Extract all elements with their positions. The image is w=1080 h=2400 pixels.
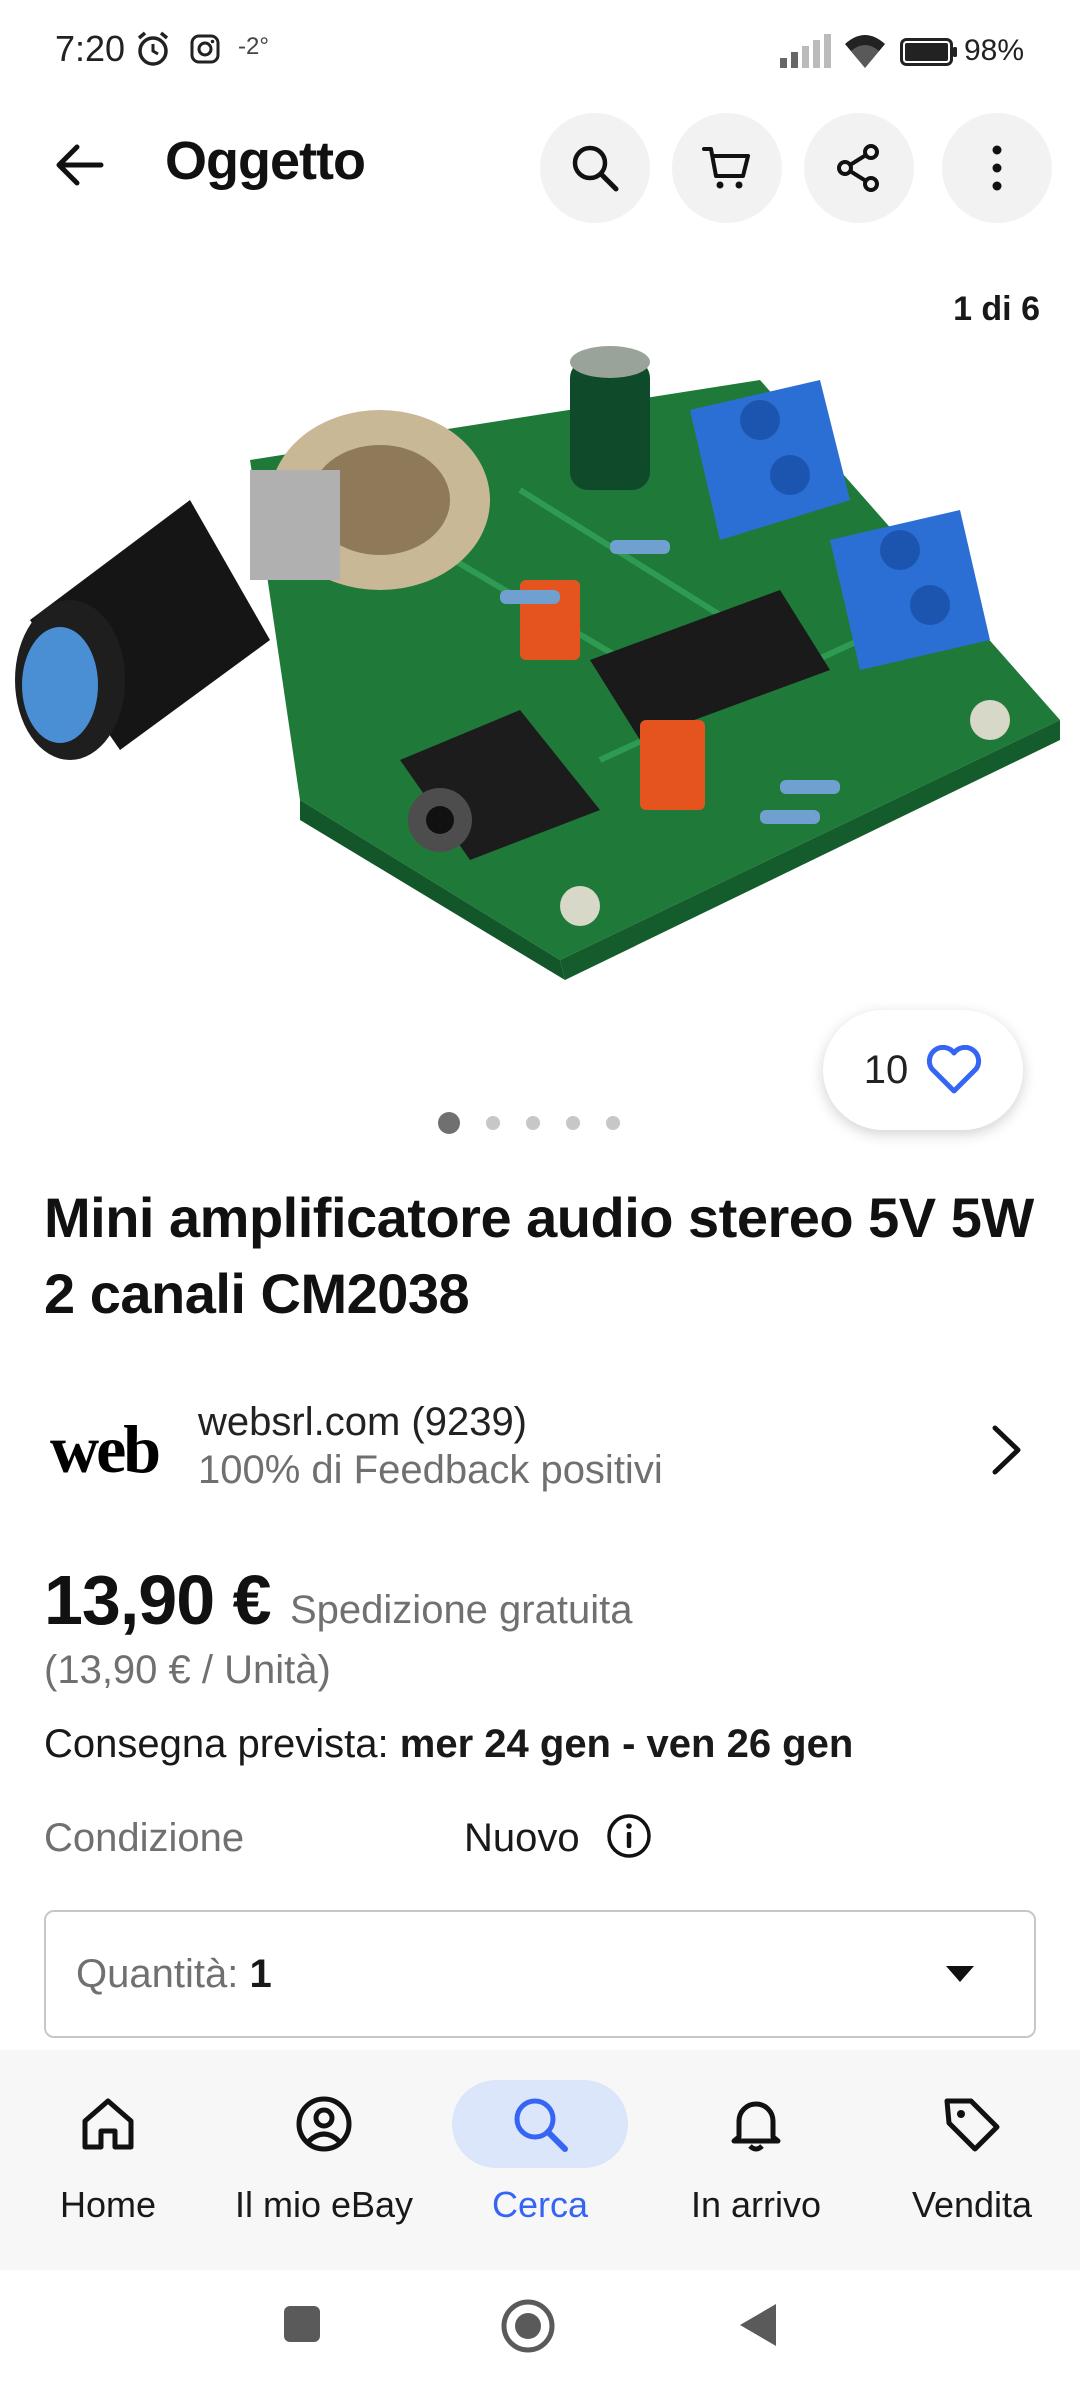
pagination-dot[interactable] [606,1116,620,1130]
chevron-right-icon [992,1425,1021,1475]
dropdown-caret-icon [946,1966,974,1982]
seller-feedback: 100% di Feedback positivi [198,1448,663,1492]
search-button[interactable] [540,113,650,223]
delivery-estimate: Consegna prevista: mer 24 gen - ven 26 g… [44,1722,853,1767]
nav-my-ebay[interactable]: Il mio eBay [216,2080,432,2250]
back-button[interactable] [40,125,120,205]
nav-incoming[interactable]: In arrivo [648,2080,864,2250]
pagination-dot-active[interactable] [438,1112,460,1134]
info-icon[interactable] [605,1812,653,1860]
nav-label-my-ebay: Il mio eBay [234,2184,414,2225]
svg-text:web: web [50,1411,159,1480]
battery-percentage: 98% [964,34,1025,67]
recent-apps-icon[interactable] [280,2302,324,2346]
home-icon [82,2098,134,2150]
delivery-label: Consegna prevista: [44,1722,389,1766]
watch-count: 10 [863,1047,909,1092]
pagination-dot[interactable] [486,1116,500,1130]
bell-icon [731,2101,781,2152]
watch-button[interactable]: 10 [823,1010,1023,1130]
status-time: 7:20 [55,28,126,69]
nav-label-sell: Vendita [911,2184,1033,2225]
nav-home[interactable]: Home [0,2080,216,2250]
condition-value: Nuovo [464,1816,580,1860]
profile-icon [296,2096,352,2152]
seller-name: websrl.com (9239) [198,1400,528,1444]
battery-icon [900,38,957,66]
quantity-value: 1 [249,1952,272,1996]
more-vertical-icon [992,145,1002,191]
item-title: Mini amplificatore audio stereo 5V 5W 2 … [44,1186,1034,1325]
condition-label: Condizione [44,1816,245,1860]
system-navigation-bar [0,2270,1080,2400]
share-icon [837,144,879,192]
instagram-icon [190,34,220,64]
quantity-label-text: Quantità: [76,1952,239,1996]
heart-icon [927,1045,982,1094]
nav-label-search: Cerca [491,2184,589,2225]
pagination-dot[interactable] [526,1116,540,1130]
gallery-pagination [438,1112,620,1134]
product-image[interactable] [0,340,1080,980]
status-temperature: -2° [238,33,269,60]
image-counter: 1 di 6 [953,290,1040,328]
pagination-dot[interactable] [566,1116,580,1130]
page-title: Oggetto [165,131,366,191]
shipping-info: Spedizione gratuita [290,1588,633,1632]
cart-button[interactable] [672,113,782,223]
alarm-icon [137,31,169,66]
tag-icon [944,2098,1000,2152]
nav-sell[interactable]: Vendita [864,2080,1080,2250]
signal-icon [780,34,831,68]
search-icon [514,2098,568,2152]
back-arrow-icon [56,144,104,186]
wifi-icon [845,35,885,68]
nav-label-incoming: In arrivo [690,2184,822,2225]
seller-logo: web [50,1411,162,1480]
item-price: 13,90 € [44,1561,272,1639]
home-system-icon[interactable] [500,2298,556,2354]
back-system-icon[interactable] [736,2300,780,2350]
cart-icon [702,147,750,189]
share-button[interactable] [804,113,914,223]
unit-price: (13,90 € / Unità) [44,1648,331,1692]
nav-search[interactable]: Cerca [432,2080,648,2250]
more-options-button[interactable] [942,113,1052,223]
quantity-label: Quantità: 1 [76,1952,272,1997]
nav-label-home: Home [59,2184,157,2225]
search-icon [572,145,619,192]
delivery-dates: mer 24 gen - ven 26 gen [399,1722,854,1766]
